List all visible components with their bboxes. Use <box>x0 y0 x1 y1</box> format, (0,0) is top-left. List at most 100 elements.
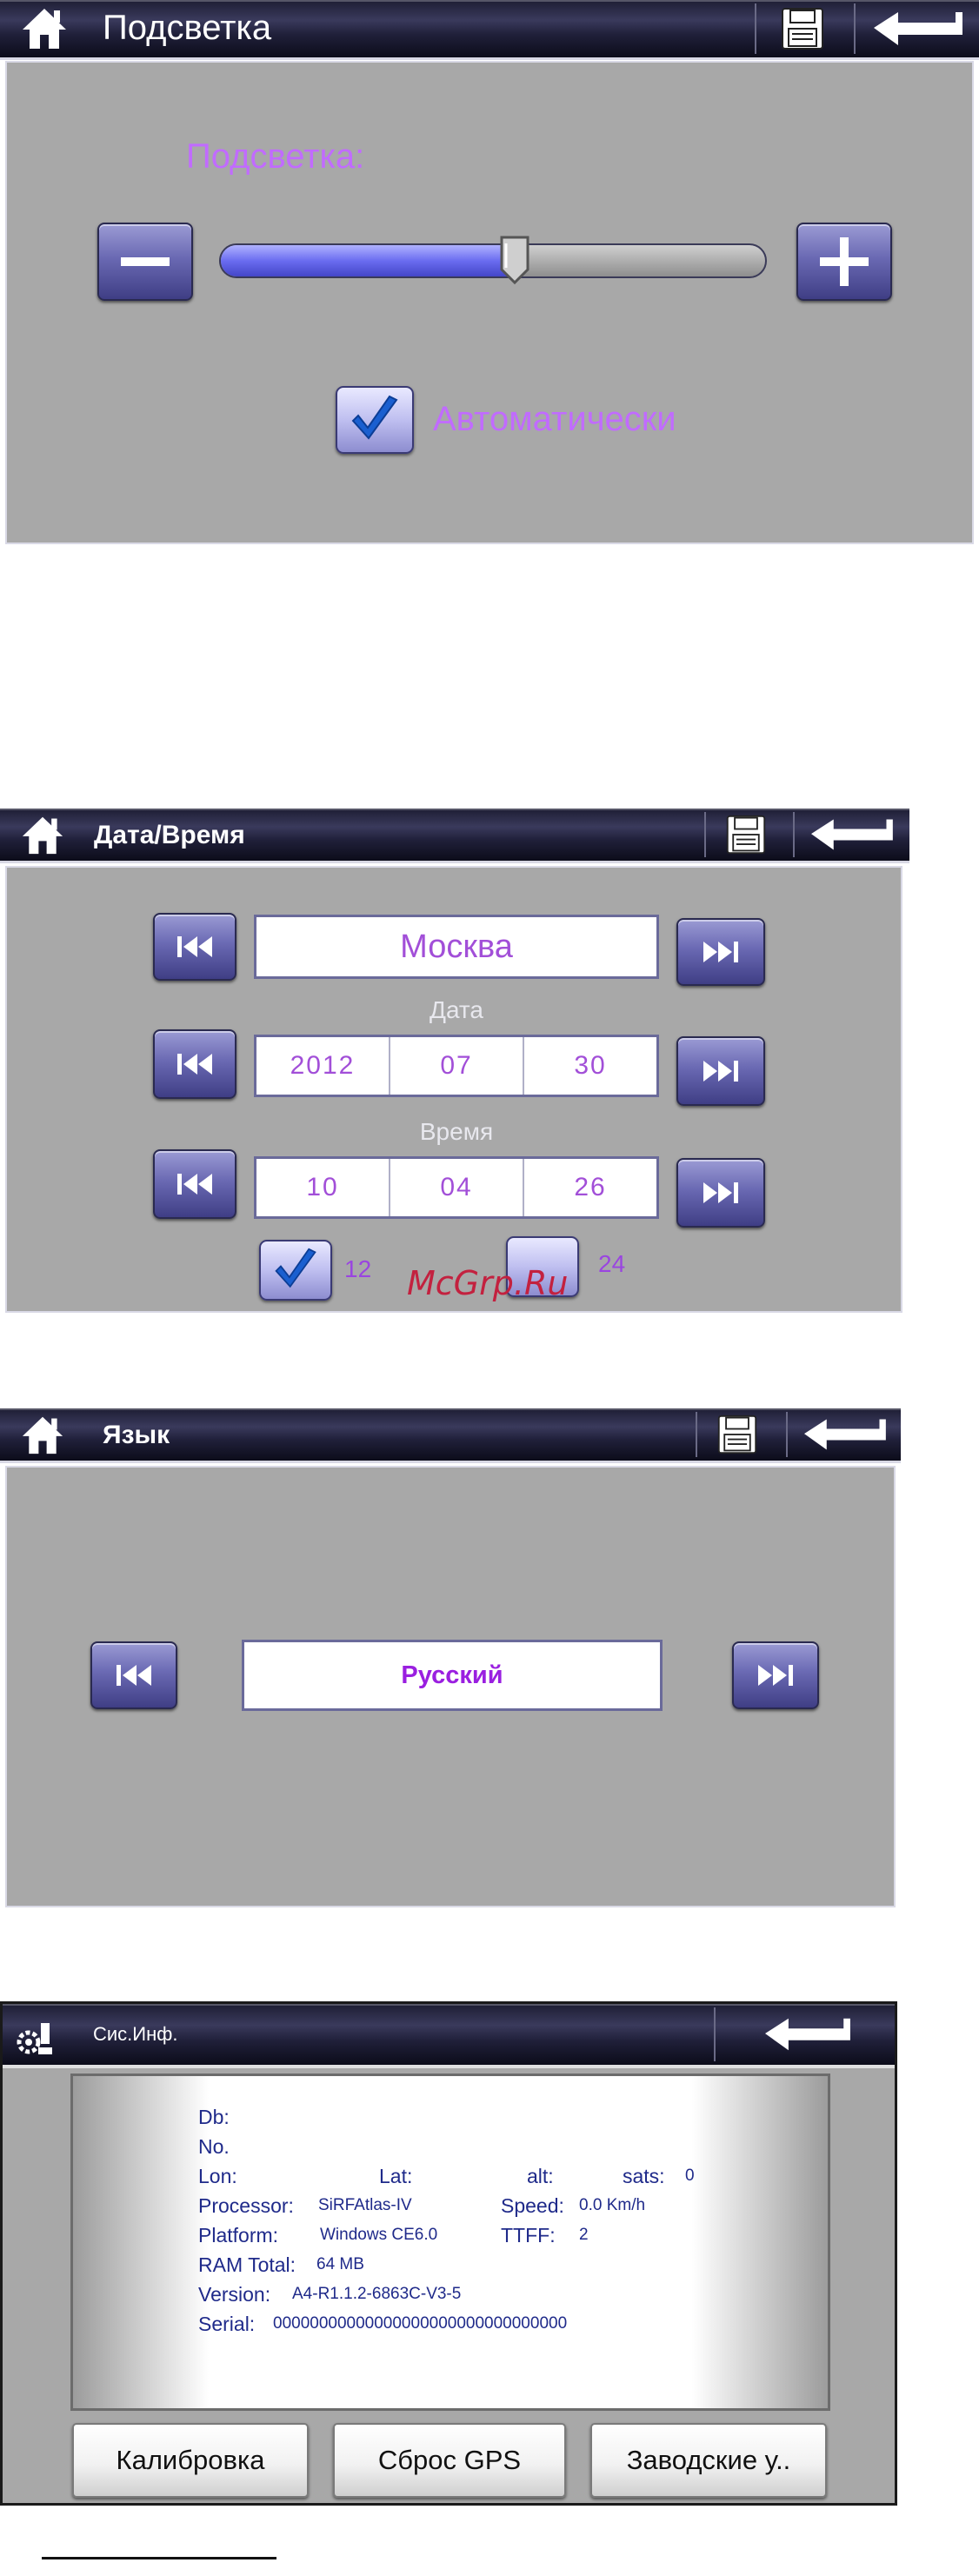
time-prev-button[interactable] <box>153 1149 236 1219</box>
page-title: Подсветка <box>103 9 272 47</box>
ram-value: 64 MB <box>316 2255 364 2273</box>
date-prev-button[interactable] <box>153 1029 236 1099</box>
version-value: A4-R1.1.2-6863C-V3-5 <box>292 2285 462 2303</box>
home-icon[interactable] <box>19 5 70 54</box>
divider <box>786 1412 788 1457</box>
serial-label: Serial: <box>198 2313 256 2335</box>
sysinfo-text-box: Db: No. Lon: Lat: alt: sats: 0 Processor… <box>70 2073 830 2411</box>
serial-value: 00000000000000000000000000000000 <box>273 2314 568 2333</box>
speed-label: Speed: <box>501 2194 564 2217</box>
floppy-disk-icon <box>717 1414 757 1454</box>
page-title: Язык <box>103 1421 170 1449</box>
skip-forward-icon <box>703 1061 738 1082</box>
page-title: Сис.Инф. <box>93 2023 178 2045</box>
calibration-button[interactable]: Калибровка <box>72 2423 309 2498</box>
divider <box>704 812 706 857</box>
slider-thumb[interactable] <box>499 235 530 285</box>
save-button[interactable] <box>765 3 840 54</box>
back-button[interactable] <box>793 1412 896 1457</box>
sats-label: sats: <box>623 2165 665 2187</box>
city-field[interactable]: Москва <box>254 915 659 979</box>
datetime-panel: Дата/Время Москва Дата 2012 07 30 Время … <box>0 809 909 1315</box>
page-title: Дата/Время <box>94 821 245 849</box>
minus-icon <box>121 257 170 266</box>
skip-back-icon <box>177 1174 212 1195</box>
divider <box>854 3 856 54</box>
divider <box>755 3 756 54</box>
increase-button[interactable] <box>796 223 892 301</box>
ttff-value: 2 <box>579 2226 589 2244</box>
date-year[interactable]: 2012 <box>256 1037 390 1095</box>
time-next-button[interactable] <box>676 1158 765 1228</box>
version-label: Version: <box>198 2283 271 2306</box>
sats-value: 0 <box>685 2167 695 2185</box>
time-field[interactable]: 10 04 26 <box>254 1156 659 1219</box>
language-title-bar: Язык <box>0 1408 901 1463</box>
back-button[interactable] <box>800 812 902 857</box>
settings-gear-icon[interactable] <box>15 2021 55 2060</box>
time-second[interactable]: 26 <box>524 1159 656 1216</box>
decrease-button[interactable] <box>97 223 193 301</box>
back-button[interactable] <box>862 3 972 54</box>
no-line: No. <box>198 2135 230 2159</box>
enter-arrow-icon <box>765 2018 850 2051</box>
home-icon[interactable] <box>19 814 66 859</box>
processor-value: SiRFAtlas-IV <box>318 2196 412 2214</box>
lon-label: Lon: <box>198 2165 237 2187</box>
backlight-title-bar: Подсветка <box>0 0 979 60</box>
skip-forward-icon <box>758 1665 793 1686</box>
divider <box>793 812 795 857</box>
coords-line: Lon: Lat: alt: sats: 0 <box>198 2165 798 2188</box>
back-button[interactable] <box>756 2009 858 2060</box>
processor-line: Processor: SiRFAtlas-IV Speed: 0.0 Km/h <box>198 2194 798 2218</box>
checkmark-icon <box>275 1248 316 1288</box>
time-hour[interactable]: 10 <box>256 1159 390 1216</box>
date-next-button[interactable] <box>676 1036 765 1106</box>
save-button[interactable] <box>703 1412 772 1457</box>
skip-forward-icon <box>703 942 738 962</box>
backlight-body: Подсветка: Автоматически <box>5 61 974 544</box>
language-body: Русский <box>5 1466 896 1907</box>
skip-back-icon <box>177 1054 212 1075</box>
date-day[interactable]: 30 <box>524 1037 656 1095</box>
language-field[interactable]: Русский <box>242 1640 663 1711</box>
reset-gps-button[interactable]: Сброс GPS <box>333 2423 566 2498</box>
save-button[interactable] <box>711 812 781 857</box>
backlight-panel: Подсветка Подсветка: Автоматически <box>0 0 979 548</box>
time-label: Время <box>419 1118 494 1145</box>
format-12-label: 12 <box>344 1255 372 1282</box>
city-prev-button[interactable] <box>153 913 236 981</box>
serial-line: Serial: 00000000000000000000000000000000 <box>198 2313 798 2336</box>
watermark: McGrp.Ru <box>407 1264 569 1302</box>
auto-label: Автоматически <box>433 400 676 438</box>
divider <box>42 2557 276 2559</box>
time-minute[interactable]: 04 <box>390 1159 524 1216</box>
auto-checkbox[interactable] <box>336 386 414 454</box>
skip-back-icon <box>177 936 212 957</box>
format-12-checkbox[interactable] <box>259 1240 332 1301</box>
datetime-title-bar: Дата/Время <box>0 809 909 863</box>
date-month[interactable]: 07 <box>390 1037 524 1095</box>
speed-value: 0.0 Km/h <box>579 2196 646 2214</box>
factory-reset-button[interactable]: Заводские у.. <box>590 2423 827 2498</box>
datetime-body: Москва Дата 2012 07 30 Время 10 04 26 12… <box>5 866 902 1313</box>
date-field[interactable]: 2012 07 30 <box>254 1035 659 1097</box>
alt-label: alt: <box>527 2165 554 2187</box>
language-next-button[interactable] <box>732 1641 819 1709</box>
enter-arrow-icon <box>811 819 893 850</box>
ram-label: RAM Total: <box>198 2253 296 2276</box>
date-label: Дата <box>429 996 483 1023</box>
sysinfo-panel: Сис.Инф. Db: No. Lon: Lat: alt: sats: 0 … <box>0 2001 897 2506</box>
language-prev-button[interactable] <box>90 1641 177 1709</box>
floppy-disk-icon <box>782 8 823 50</box>
db-line: Db: <box>198 2106 230 2129</box>
floppy-disk-icon <box>726 815 766 855</box>
platform-value: Windows CE6.0 <box>320 2226 438 2244</box>
backlight-slider[interactable] <box>219 243 767 278</box>
no-label: No. <box>198 2135 230 2158</box>
language-panel: Язык Русский <box>0 1408 901 1907</box>
home-icon[interactable] <box>19 1414 66 1459</box>
city-next-button[interactable] <box>676 918 765 986</box>
backlight-label: Подсветка: <box>186 137 365 176</box>
skip-forward-icon <box>703 1182 738 1203</box>
